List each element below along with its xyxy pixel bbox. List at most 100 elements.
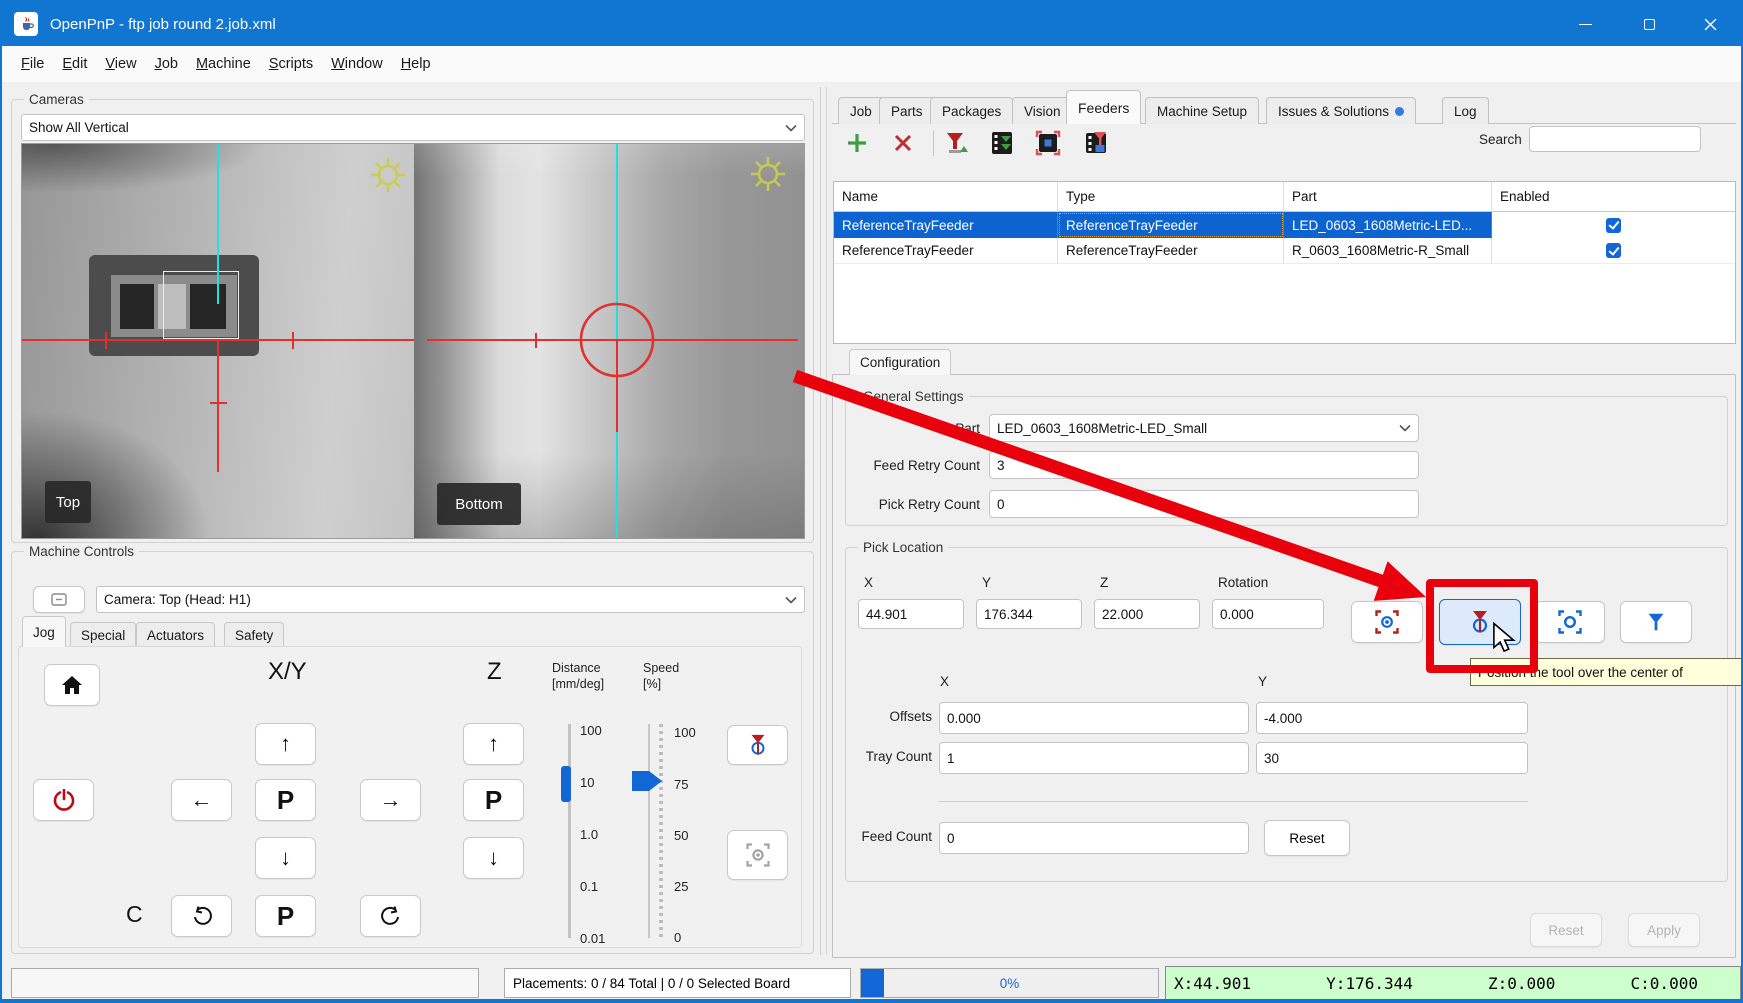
speed-slider-track[interactable] [648,724,650,938]
distance-header: Distance[mm/deg] [552,660,604,692]
camera-display[interactable]: Top Bottom [21,143,805,539]
jog-device-selector[interactable]: Camera: Top (Head: H1) [96,586,805,613]
part-label: Part [832,421,980,436]
position-nozzle-button[interactable] [727,725,788,765]
enabled-checkbox[interactable] [1606,218,1621,233]
progress-percent: 0% [861,976,1158,991]
position-z-button[interactable]: P [463,779,524,821]
tab-job[interactable]: Job [838,97,884,124]
pick-x-input[interactable]: 44.901 [858,599,964,629]
menu-scripts[interactable]: Scripts [260,50,322,78]
tab-log[interactable]: Log [1442,97,1489,124]
feed-and-post-pick-button[interactable] [987,128,1017,158]
tab-parts[interactable]: Parts [879,97,935,124]
position-xy-button[interactable]: P [255,779,316,821]
camera-view-selector[interactable]: Show All Vertical [21,114,805,141]
capture-camera-location-button[interactable] [1351,601,1423,643]
feed-funnel-icon [943,130,969,156]
jog-x-minus-button[interactable]: ← [171,779,232,821]
delete-x-icon [893,133,913,153]
feed-count-input[interactable]: 0 [939,822,1249,854]
tab-safety[interactable]: Safety [224,622,284,647]
feed-retry-count-input[interactable]: 3 [989,451,1419,479]
pick-location-title: Pick Location [858,540,948,555]
distance-tick: 10 [580,775,594,790]
c-axis-label: C [126,901,143,928]
jog-y-plus-button[interactable]: ↑ [255,723,316,765]
maximize-button[interactable] [1618,2,1680,46]
pick-y-input[interactable]: 176.344 [976,599,1082,629]
part-combobox[interactable]: LED_0603_1608Metric-LED_Small [989,414,1419,442]
menu-view[interactable]: View [96,50,145,78]
pick-z-input[interactable]: 22.000 [1094,599,1200,629]
column-header-type[interactable]: Type [1058,182,1284,212]
table-row[interactable]: ReferenceTrayFeeder ReferenceTrayFeeder … [834,238,1735,264]
speed-slider-handle[interactable] [632,769,664,793]
cell-enabled[interactable] [1492,212,1735,238]
jog-c-cw-button[interactable] [360,895,421,937]
offsets-y-input[interactable]: -4.000 [1256,702,1528,734]
pick-from-feeder-button[interactable] [1081,128,1111,158]
column-header-name[interactable]: Name [834,182,1058,212]
issues-notification-dot [1395,107,1404,116]
cell-enabled[interactable] [1492,238,1735,263]
tab-feeders[interactable]: Feeders [1066,90,1141,124]
apply-button[interactable]: Apply [1628,913,1700,947]
tab-jog[interactable]: Jog [22,616,66,647]
window-title: OpenPnP - ftp job round 2.job.xml [50,16,276,33]
tab-machine-setup[interactable]: Machine Setup [1145,97,1259,124]
z-header: Z [487,658,502,686]
tab-special[interactable]: Special [70,622,136,647]
delete-feeder-button[interactable] [888,128,918,158]
chevron-down-icon [785,596,797,604]
tab-packages[interactable]: Packages [930,97,1013,124]
table-row[interactable]: ReferenceTrayFeeder ReferenceTrayFeeder … [834,212,1735,238]
home-button[interactable] [44,664,100,706]
dro-x: X:44.901 [1174,974,1251,993]
capture-camera-disabled-button[interactable] [727,830,788,880]
enabled-checkbox[interactable] [1606,243,1621,258]
power-button[interactable] [33,779,94,821]
menu-file[interactable]: File [12,50,53,78]
tray-count-y-input[interactable]: 30 [1256,742,1528,774]
move-tool-to-location-button[interactable] [1620,601,1692,643]
menu-edit[interactable]: Edit [53,50,96,78]
tab-configuration[interactable]: Configuration [849,349,951,375]
jog-y-minus-button[interactable]: ↓ [255,837,316,879]
menu-window[interactable]: Window [322,50,392,78]
position-c-button[interactable]: P [255,895,316,937]
openpnp-window: OpenPnP - ftp job round 2.job.xml File E… [0,0,1743,1003]
distance-slider-handle[interactable] [561,766,571,802]
column-header-enabled[interactable]: Enabled [1492,182,1735,212]
pick-rotation-input[interactable]: 0.000 [1212,599,1324,629]
tab-vision[interactable]: Vision [1012,97,1073,124]
dro-c: C:0.000 [1631,974,1698,993]
add-feeder-button[interactable] [842,128,872,158]
collapse-jog-button[interactable] [33,586,85,613]
search-input[interactable] [1529,126,1701,152]
tab-issues-solutions[interactable]: Issues & Solutions [1266,97,1416,124]
tab-actuators[interactable]: Actuators [136,622,215,647]
jog-z-minus-button[interactable]: ↓ [463,837,524,879]
jog-x-plus-button[interactable]: → [360,779,421,821]
close-button[interactable] [1678,2,1743,46]
jog-c-ccw-button[interactable] [171,895,232,937]
tray-count-x-input[interactable]: 1 [939,742,1249,774]
distance-slider-track[interactable] [568,724,571,938]
panel-splitter[interactable] [820,87,821,955]
menu-machine[interactable]: Machine [187,50,260,78]
offsets-x-input[interactable]: 0.000 [939,702,1249,734]
menu-job[interactable]: Job [146,50,187,78]
show-part-in-camera-button[interactable] [1033,128,1063,158]
reset-button[interactable]: Reset [1530,913,1602,947]
menu-help[interactable]: Help [392,50,440,78]
move-camera-to-location-button[interactable] [1535,601,1605,643]
feed-count-reset-button[interactable]: Reset [1264,820,1350,856]
feed-feeder-button[interactable] [941,128,971,158]
arrow-down-icon: ↓ [280,845,291,871]
close-icon [1704,18,1717,31]
jog-z-plus-button[interactable]: ↑ [463,723,524,765]
column-header-part[interactable]: Part [1284,182,1492,212]
pick-retry-count-input[interactable]: 0 [989,490,1419,518]
minimize-button[interactable] [1554,2,1616,46]
